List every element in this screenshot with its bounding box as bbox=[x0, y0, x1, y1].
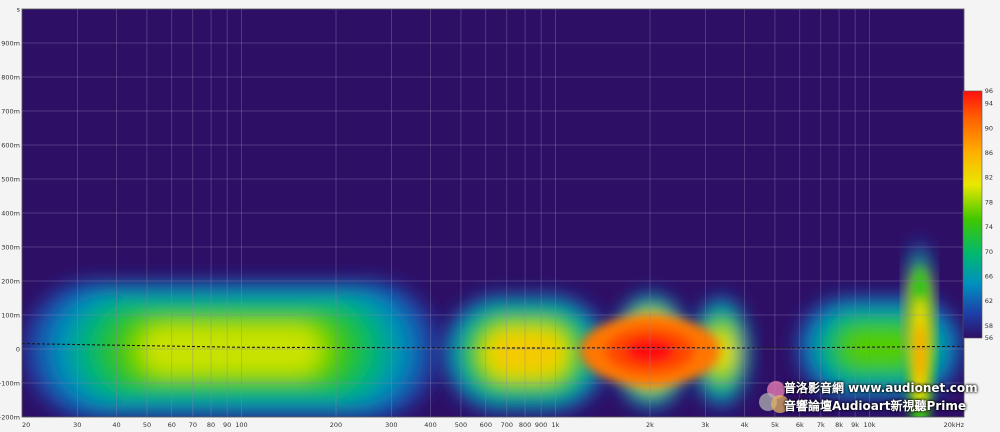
x-tick-label: 1k bbox=[552, 421, 560, 429]
y-tick-label: 500m bbox=[1, 175, 20, 183]
x-tick-label: 200 bbox=[330, 421, 342, 429]
heat-blob bbox=[22, 279, 441, 417]
x-tick-label: 20kHz bbox=[944, 421, 965, 429]
heat-band bbox=[489, 333, 562, 374]
watermark-line-2: 音響論壇Audioart新視聽Prime bbox=[784, 399, 966, 413]
colorbar: 96 94 90 86 82 78 74 70 66 62 58 56 bbox=[962, 87, 993, 342]
x-tick-label: 30 bbox=[73, 421, 81, 429]
colorbar-tick-label: 74 bbox=[985, 223, 993, 231]
x-tick-label: 80 bbox=[207, 421, 215, 429]
y-tick-label: 800m bbox=[1, 73, 20, 81]
colorbar-tick-label: 82 bbox=[985, 174, 993, 182]
x-tick-label: 50 bbox=[143, 421, 151, 429]
y-tick-label: 900m bbox=[1, 39, 20, 47]
y-tick-label: 300m bbox=[1, 243, 20, 251]
x-tick-label: 20 bbox=[22, 421, 30, 429]
colorbar-tick-label: 90 bbox=[985, 124, 993, 132]
x-tick-label: 400 bbox=[424, 421, 436, 429]
x-tick-label: 40 bbox=[112, 421, 120, 429]
colorbar-gradient bbox=[962, 90, 983, 339]
x-tick-label: 600 bbox=[480, 421, 492, 429]
x-tick-label: 10k bbox=[863, 421, 875, 429]
y-tick-label: 0 bbox=[16, 345, 20, 353]
x-tick-label: 4k bbox=[741, 421, 749, 429]
watermark: 普洛影音網 www.audionet.com 音響論壇Audioart新視聽Pr… bbox=[752, 378, 992, 422]
x-tick-label: 900 bbox=[535, 421, 547, 429]
colorbar-tick-label: 94 bbox=[985, 100, 993, 108]
heat-spike-band bbox=[916, 322, 925, 383]
x-tick-label: 300 bbox=[385, 421, 397, 429]
heat-band bbox=[142, 326, 320, 374]
x-tick-label: 8k bbox=[835, 421, 843, 429]
colorbar-tick-label: 56 bbox=[985, 334, 993, 342]
x-tick-label: 3k bbox=[701, 421, 709, 429]
y-tick-label: 200m bbox=[1, 277, 20, 285]
x-tick-label: 500 bbox=[455, 421, 467, 429]
x-tick-label: 7k bbox=[817, 421, 825, 429]
colorbar-tick-label: 58 bbox=[985, 322, 993, 330]
x-axis-ticks: 20 30 40 50 60 70 80 90 100 200 300 400 500 600 700 800… bbox=[22, 421, 965, 429]
colorbar-tick-label: 96 bbox=[985, 87, 993, 95]
colorbar-tick-label: 66 bbox=[985, 272, 993, 280]
x-tick-label: 700 bbox=[501, 421, 513, 429]
x-tick-label: 9k bbox=[851, 421, 859, 429]
colorbar-tick-label: 70 bbox=[985, 248, 993, 256]
y-axis-ticks: s 900m 800m 700m 600m 500m 400m 300m 200m 100m 0 -1… bbox=[0, 5, 21, 421]
colorbar-ticks: 96 94 90 86 82 78 74 70 66 62 58 56 bbox=[985, 87, 993, 342]
y-tick-label: -100m bbox=[0, 379, 20, 387]
y-tick-label: -200m bbox=[0, 413, 20, 421]
colorbar-tick-label: 62 bbox=[985, 297, 993, 305]
y-tick-label: 700m bbox=[1, 107, 20, 115]
y-tick-label: 600m bbox=[1, 141, 20, 149]
x-tick-label: 800 bbox=[519, 421, 531, 429]
colorbar-tick-label: 86 bbox=[985, 149, 993, 157]
x-tick-label: 2k bbox=[646, 421, 654, 429]
x-tick-label: 100 bbox=[235, 421, 247, 429]
x-tick-label: 90 bbox=[223, 421, 231, 429]
colorbar-tick-label: 78 bbox=[985, 198, 993, 206]
x-tick-label: 5k bbox=[771, 421, 779, 429]
watermark-line-1: 普洛影音網 www.audionet.com bbox=[784, 381, 978, 395]
x-tick-label: 6k bbox=[796, 421, 804, 429]
y-tick-label: s bbox=[17, 5, 21, 13]
spectrogram-chart: s 900m 800m 700m 600m 500m 400m 300m 200m 100m 0 -1… bbox=[0, 5, 993, 429]
x-tick-label: 70 bbox=[189, 421, 197, 429]
y-tick-label: 400m bbox=[1, 209, 20, 217]
x-tick-label: 60 bbox=[168, 421, 176, 429]
y-tick-label: 100m bbox=[1, 311, 20, 319]
